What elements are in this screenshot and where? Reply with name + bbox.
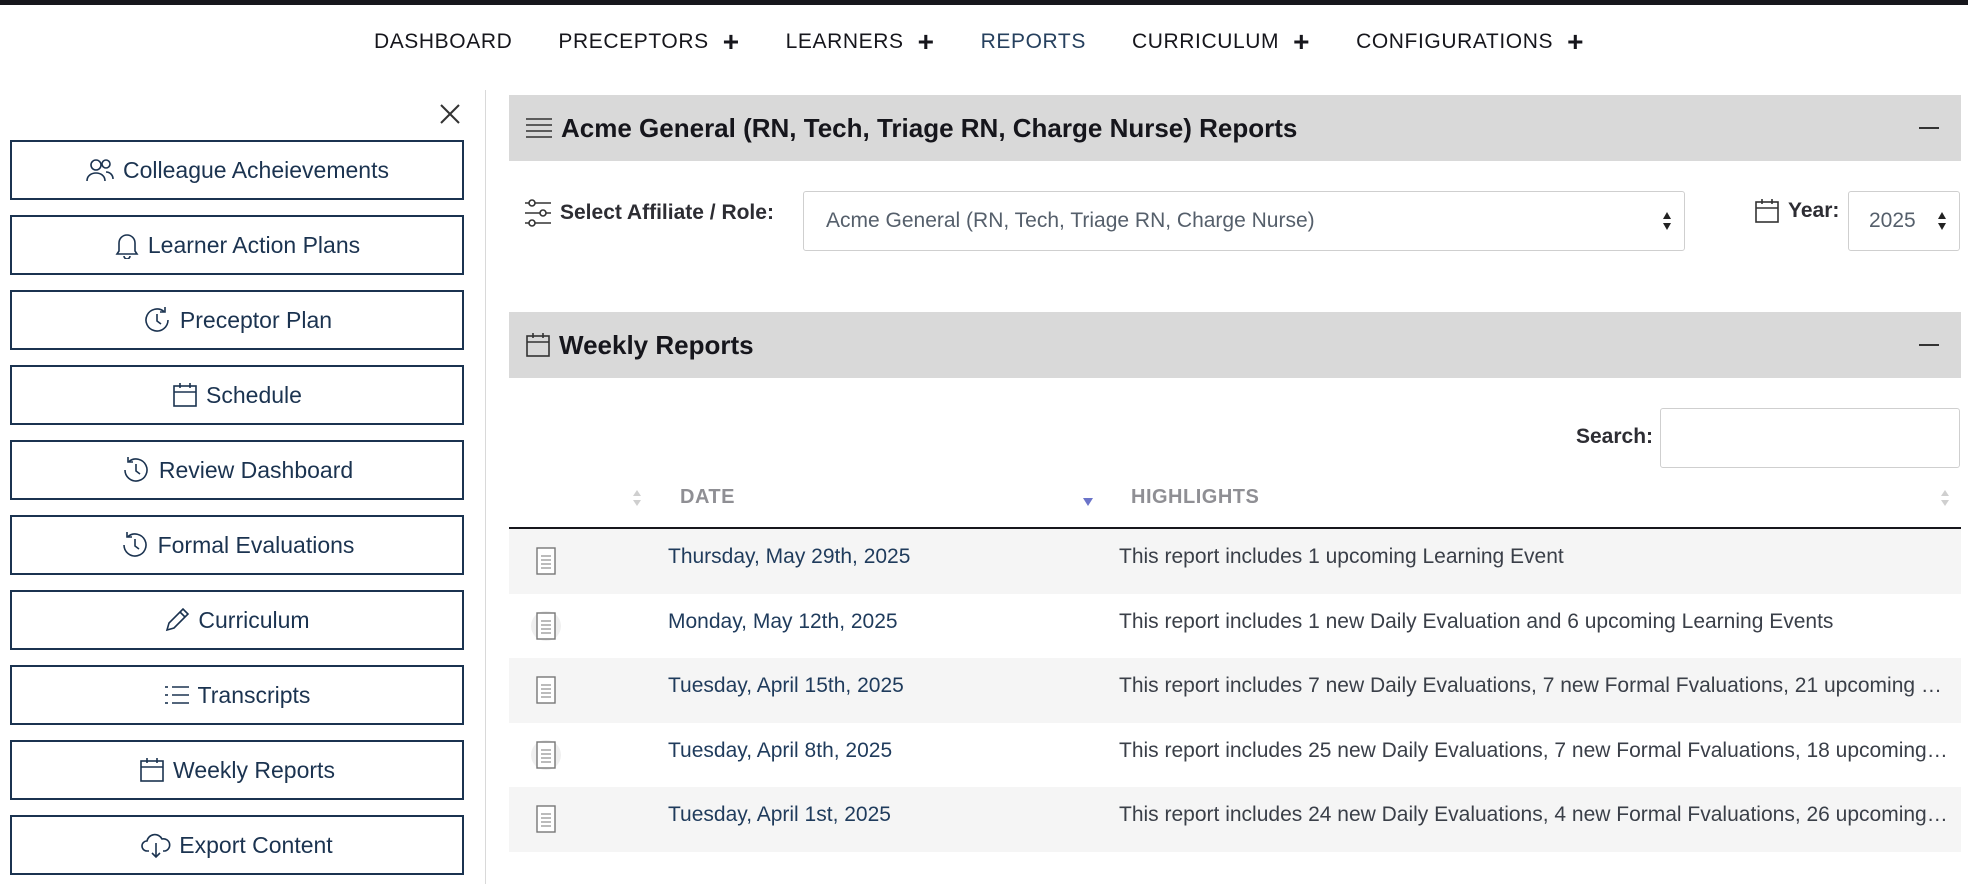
calendar-icon [140,758,164,782]
close-icon[interactable] [434,98,466,130]
bell-icon [115,234,139,259]
column-header-date[interactable]: DATE [680,486,735,509]
review-dashboard-button[interactable]: Review Dashboard [10,440,464,500]
clock-refresh-icon [145,307,169,332]
row-date[interactable]: Tuesday, April 1st, 2025 [668,803,891,827]
main-nav: DASHBOARD PRECEPTORS + LEARNERS + REPORTS … [0,5,1968,79]
column-header-highlights[interactable]: HIGHLIGHTS [1131,486,1259,509]
plus-icon[interactable]: + [918,28,935,56]
formal-evaluations-button[interactable]: Formal Evaluations [10,515,464,575]
nav-curriculum[interactable]: CURRICULUM + [1132,28,1310,56]
sliders-icon [525,199,551,227]
users-icon [86,159,114,182]
row-date[interactable]: Thursday, May 29th, 2025 [668,545,910,569]
export-content-button[interactable]: Export Content [10,815,464,875]
affiliate-role-select[interactable]: Acme General (RN, Tech, Triage RN, Charg… [803,191,1685,251]
table-header: DATE HIGHLIGHTS [509,466,1961,529]
document-icon[interactable] [531,803,561,835]
list-icon [164,686,189,704]
sidebar: Colleague Acheievements Learner Action P… [0,90,486,884]
history-icon [124,457,148,482]
weekly-reports-table: DATE HIGHLIGHTS Thursday, May 29th, 2025… [509,466,1961,852]
minimize-icon[interactable] [1919,344,1939,346]
pencil-icon [166,607,190,632]
minimize-icon[interactable] [1919,127,1939,129]
search-input[interactable] [1660,408,1960,468]
row-highlights: This report includes 7 new Daily Evaluat… [1119,674,1951,697]
history-icon [122,532,147,557]
sort-icon[interactable] [632,487,642,509]
year-label-text: Year: [1788,199,1840,222]
weekly-panel-title: Weekly Reports [559,329,754,360]
button-label: Transcripts [197,681,311,708]
table-row: Thursday, May 29th, 2025 This report inc… [509,529,1961,594]
learner-action-plans-button[interactable]: Learner Action Plans [10,215,464,275]
align-justify-icon [526,118,552,138]
plus-icon[interactable]: + [1293,28,1310,56]
nav-preceptors[interactable]: PRECEPTORS + [558,28,739,56]
row-date[interactable]: Tuesday, April 15th, 2025 [668,674,904,698]
row-highlights: This report includes 24 new Daily Evalua… [1119,803,1951,826]
button-label: Export Content [179,831,333,858]
preceptor-plan-button[interactable]: Preceptor Plan [10,290,464,350]
table-row: Tuesday, April 1st, 2025 This report inc… [509,787,1961,852]
document-icon[interactable] [531,674,561,706]
schedule-button[interactable]: Schedule [10,365,464,425]
nav-configurations[interactable]: CONFIGURATIONS + [1356,28,1584,56]
button-label: Learner Action Plans [147,231,361,258]
button-label: Schedule [206,381,302,408]
curriculum-button[interactable]: Curriculum [10,590,464,650]
nav-learners[interactable]: LEARNERS + [786,28,935,56]
sort-desc-icon[interactable] [1083,487,1093,509]
sort-icon[interactable] [1940,487,1950,509]
calendar-icon [1755,199,1779,223]
nav-label: LEARNERS [785,30,904,53]
year-select[interactable]: 2025 [1848,191,1960,251]
transcripts-button[interactable]: Transcripts [10,665,464,725]
button-label: Weekly Reports [173,756,335,783]
affiliate-label: Select Affiliate / Role: [524,198,774,228]
document-icon[interactable] [531,610,561,642]
reports-panel-title: Acme General (RN, Tech, Triage RN, Charg… [561,112,1298,143]
row-date[interactable]: Monday, May 12th, 2025 [668,610,898,634]
search-label: Search: [1576,425,1654,448]
colleague-achievements-button[interactable]: Colleague Acheievements [10,140,464,200]
plus-icon[interactable]: + [723,28,740,56]
calendar-icon [173,383,197,407]
weekly-panel-header: Weekly Reports [509,312,1961,378]
nav-dashboard[interactable]: DASHBOARD [374,30,512,54]
document-icon[interactable] [531,545,561,577]
plus-icon[interactable]: + [1567,28,1584,56]
affiliate-selected-value: Acme General (RN, Tech, Triage RN, Charg… [826,209,1315,232]
nav-label: CONFIGURATIONS [1356,30,1554,53]
calendar-icon [526,333,550,357]
button-label: Review Dashboard [158,456,354,483]
button-label: Curriculum [198,606,310,633]
reports-panel-header: Acme General (RN, Tech, Triage RN, Charg… [509,95,1961,161]
weekly-reports-button[interactable]: Weekly Reports [10,740,464,800]
button-label: Preceptor Plan [179,306,333,333]
table-row: Tuesday, April 8th, 2025 This report inc… [509,723,1961,788]
row-highlights: This report includes 1 new Daily Evaluat… [1119,609,1834,633]
button-label: Colleague Acheievements [123,156,389,183]
row-highlights: This report includes 1 upcoming Learning… [1119,545,1564,568]
nav-reports[interactable]: REPORTS [981,30,1086,54]
select-arrows-icon [1938,212,1946,230]
row-date[interactable]: Tuesday, April 8th, 2025 [668,739,892,763]
nav-label: REPORTS [980,30,1086,53]
button-label: Formal Evaluations [157,531,355,558]
row-highlights: This report includes 25 new Daily Evalua… [1119,738,1951,762]
nav-label: DASHBOARD [373,30,513,53]
year-selected-value: 2025 [1869,209,1916,232]
affiliate-label-text: Select Affiliate / Role: [560,201,774,224]
table-row: Monday, May 12th, 2025 This report inclu… [509,594,1961,659]
select-arrows-icon [1663,212,1671,230]
cloud-download-icon [141,833,171,859]
year-label: Year: [1754,198,1839,224]
nav-label: CURRICULUM [1131,30,1280,53]
table-row: Tuesday, April 15th, 2025 This report in… [509,658,1961,723]
nav-label: PRECEPTORS [558,30,709,53]
document-icon[interactable] [531,739,561,771]
